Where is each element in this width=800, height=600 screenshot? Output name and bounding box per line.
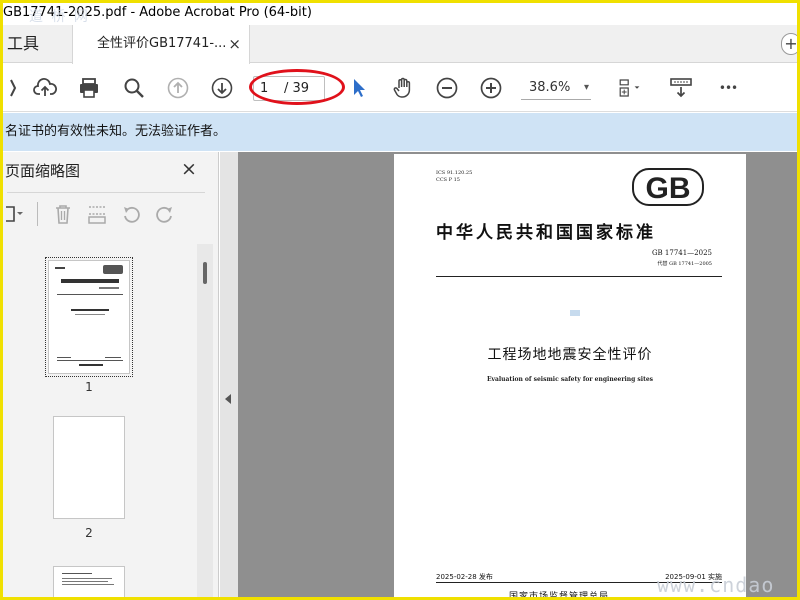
standard-number: GB 17741—2025 xyxy=(651,249,712,257)
collapse-arrow-icon xyxy=(225,394,231,404)
print-icon[interactable] xyxy=(75,74,103,102)
star-icon[interactable] xyxy=(3,74,31,102)
red-annotation-oval xyxy=(249,69,345,105)
thumbnail-scrollbar-thumb[interactable] xyxy=(203,262,207,284)
header-rule xyxy=(436,276,722,277)
new-tab-button[interactable]: + xyxy=(781,33,797,55)
main-toolbar: 1 / 39 38.6% ▾ ••• xyxy=(3,64,797,112)
watermark-top: 道 桥 网 xyxy=(29,9,90,25)
svg-text:GB: GB xyxy=(646,172,691,205)
thumbnail-list: 1 2 xyxy=(3,242,199,597)
next-page-icon[interactable] xyxy=(208,74,236,102)
zoom-in-icon[interactable] xyxy=(477,74,505,102)
more-options-icon[interactable]: ••• xyxy=(714,74,742,102)
rotate-right-icon[interactable] xyxy=(153,202,177,226)
chevron-down-icon: ▾ xyxy=(583,82,589,93)
pdf-page: ICS 91.120.25 CCS P 15 GB 中华人民共和国国家标准 GB… xyxy=(394,154,746,600)
thumbnail-scrollbar[interactable] xyxy=(197,244,213,597)
zoom-level-value: 38.6% xyxy=(529,80,571,95)
tab-document[interactable]: 全性评价GB17741-... × xyxy=(72,25,250,64)
zoom-out-icon[interactable] xyxy=(433,74,461,102)
toolbar-separator xyxy=(37,202,38,226)
ics-code-block: ICS 91.120.25 CCS P 15 xyxy=(436,170,472,184)
signature-info-message: 名证书的有效性未知。无法验证作者。 xyxy=(5,124,227,139)
delete-page-icon[interactable] xyxy=(51,202,75,226)
replaces-standard: 代替 GB 17741—2005 xyxy=(657,261,712,267)
more-options-glyph: ••• xyxy=(718,81,738,95)
page-options-icon[interactable] xyxy=(3,202,27,226)
panel-collapse-handle[interactable] xyxy=(220,152,238,597)
extract-page-icon[interactable] xyxy=(85,202,109,226)
thumbnail-3-preview xyxy=(62,573,114,585)
app-window: GB17741-2025.pdf - Adobe Acrobat Pro (64… xyxy=(0,0,800,600)
watermark-bottom: www.cndao xyxy=(657,573,775,597)
scroll-mode-icon[interactable] xyxy=(667,74,695,102)
zoom-level-select[interactable]: 38.6% ▾ xyxy=(521,78,591,100)
upload-cloud-icon[interactable] xyxy=(31,74,59,102)
standard-number-block: GB 17741—2025 代替 GB 17741—2005 xyxy=(652,248,712,270)
previous-page-icon[interactable] xyxy=(164,74,192,102)
signature-info-bar: 名证书的有效性未知。无法验证作者。 xyxy=(3,113,797,151)
publish-date: 2025-02-28 发布 xyxy=(436,573,493,581)
window-titlebar: GB17741-2025.pdf - Adobe Acrobat Pro (64… xyxy=(3,3,797,25)
page-thumbnail-2[interactable] xyxy=(53,416,125,519)
tab-document-label: 全性评价GB17741-... xyxy=(97,36,227,51)
document-viewer[interactable]: ICS 91.120.25 CCS P 15 GB 中华人民共和国国家标准 GB… xyxy=(238,152,797,600)
select-cursor-icon[interactable] xyxy=(345,74,373,102)
tab-close-icon[interactable]: × xyxy=(228,25,241,63)
ics-code: ICS 91.120.25 xyxy=(436,170,473,176)
panel-close-icon[interactable]: × xyxy=(181,158,197,180)
gb-logo: GB xyxy=(632,168,704,206)
small-mark xyxy=(570,310,580,316)
thumbnail-panel: 页面缩略图 × 1 2 xyxy=(3,152,219,597)
thumbnail-1-preview xyxy=(55,265,123,366)
page-thumbnail-3[interactable] xyxy=(53,566,125,597)
page-thumbnail-1[interactable] xyxy=(45,257,133,377)
search-icon[interactable] xyxy=(120,74,148,102)
rotate-left-icon[interactable] xyxy=(119,202,143,226)
thumbnail-label-1: 1 xyxy=(85,380,93,394)
document-title-cn: 工程场地地震安全性评价 xyxy=(487,347,653,363)
issuing-authority: 国家市场监督管理总局 xyxy=(509,592,610,600)
tab-tools[interactable]: 工具 xyxy=(7,25,39,63)
standard-category-title: 中华人民共和国国家标准 xyxy=(436,223,656,243)
panel-divider xyxy=(7,192,205,193)
hand-tool-icon[interactable] xyxy=(389,74,417,102)
document-title-en: Evaluation of seismic safety for enginee… xyxy=(486,376,654,383)
fit-page-icon[interactable] xyxy=(611,74,647,102)
tab-bar: 工具 全性评价GB17741-... × + xyxy=(3,25,797,64)
thumbnail-label-2: 2 xyxy=(85,526,93,540)
thumbnail-toolbar xyxy=(3,200,213,230)
thumbnail-panel-title: 页面缩略图 xyxy=(5,162,81,180)
ccs-code: CCS P 15 xyxy=(436,177,460,183)
